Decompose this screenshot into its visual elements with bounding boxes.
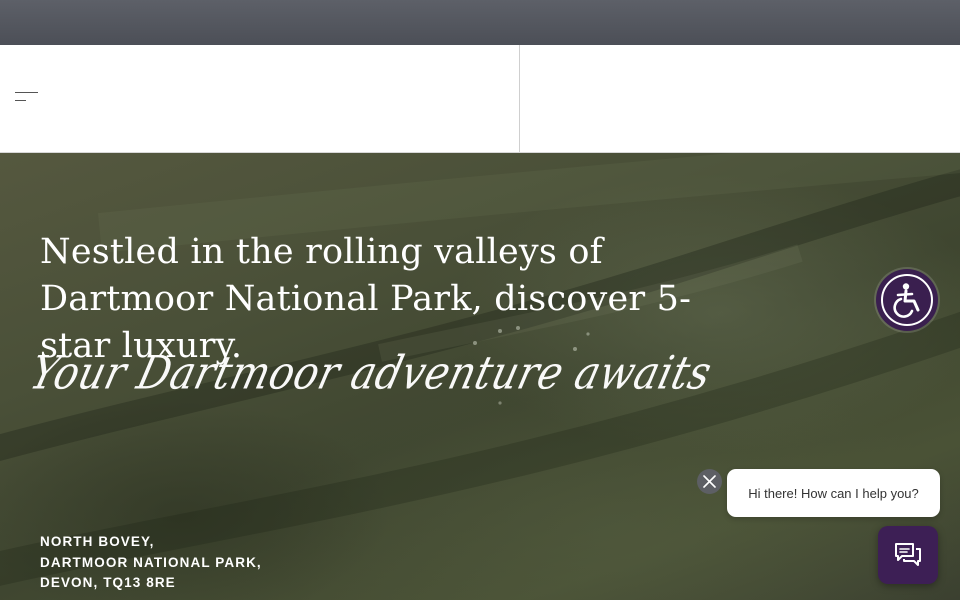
address-line-3: DEVON, TQ13 8RE: [40, 575, 176, 590]
address-line-2: DARTMOOR NATIONAL PARK,: [40, 554, 262, 570]
menu-toggle-button[interactable]: [10, 85, 46, 111]
site-header: [0, 45, 960, 153]
address-line-1: NORTH BOVEY,: [40, 534, 155, 549]
chat-greeting-bubble[interactable]: Hi there! How can I help you?: [727, 469, 940, 517]
close-icon: [703, 475, 716, 488]
accessibility-icon: [893, 283, 920, 318]
chat-close-button[interactable]: [697, 469, 722, 494]
hero-section: Nestled in the rolling valleys of Dartmo…: [0, 153, 960, 600]
header-divider: [519, 45, 520, 152]
accessibility-button[interactable]: [876, 269, 938, 331]
chat-launcher-button[interactable]: [878, 526, 938, 584]
hamburger-menu-icon: [15, 92, 38, 93]
hamburger-menu-icon-short-bar: [15, 100, 26, 101]
address-block: NORTH BOVEY, DARTMOOR NATIONAL PARK, DEV…: [40, 532, 262, 594]
chat-greeting-text: Hi there! How can I help you?: [748, 485, 919, 501]
top-bar: [0, 0, 960, 45]
hero-script-tagline: Your Dartmoor adventure awaits: [24, 347, 717, 400]
chat-bubbles-icon: [895, 543, 921, 566]
